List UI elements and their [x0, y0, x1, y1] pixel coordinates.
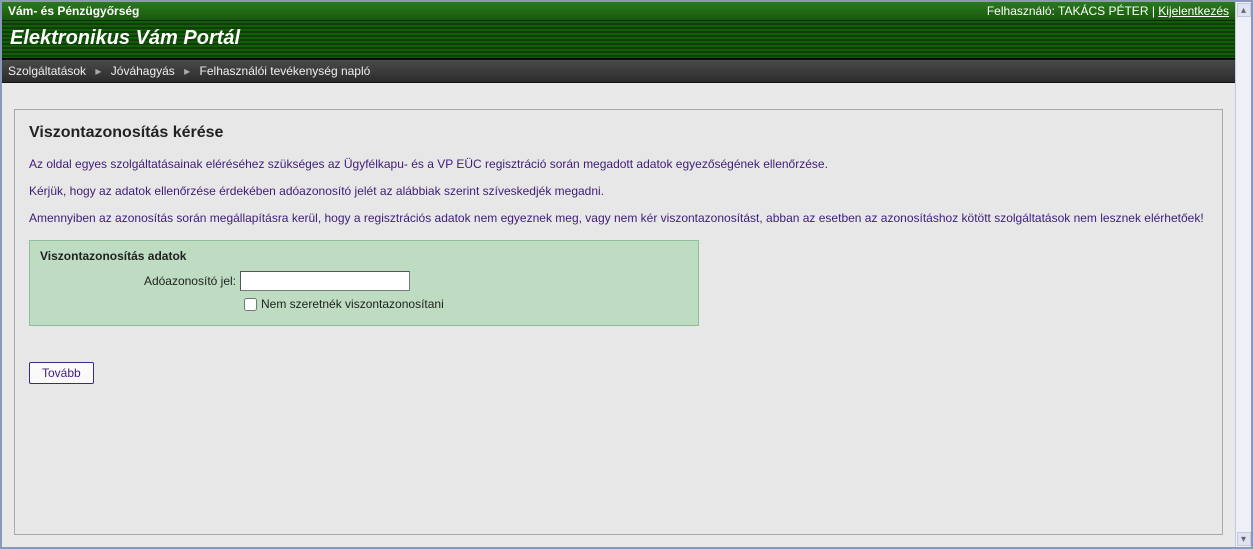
crumb-2[interactable]: Felhasználói tevékenység napló	[200, 64, 371, 78]
breadcrumb: Szolgáltatások ▸ Jóváhagyás ▸ Felhasznál…	[2, 59, 1235, 83]
intro-para-2: Kérjük, hogy az adatok ellenőrzése érdek…	[29, 183, 1208, 200]
user-name: TAKÁCS PÉTER	[1058, 4, 1148, 18]
crumb-1[interactable]: Jóváhagyás	[111, 64, 175, 78]
user-label: Felhasználó:	[987, 4, 1055, 18]
taxid-input[interactable]	[240, 271, 410, 291]
app-title: Elektronikus Vám Portál	[2, 21, 1235, 59]
topbar: Vám- és Pénzügyőrség Felhasználó: TAKÁCS…	[2, 2, 1235, 21]
intro-para-3: Amennyiben az azonosítás során megállapí…	[29, 210, 1208, 227]
logout-link[interactable]: Kijelentkezés	[1158, 4, 1229, 18]
scroll-down-icon[interactable]: ▾	[1237, 532, 1251, 546]
vertical-scrollbar[interactable]: ▴ ▾	[1235, 2, 1251, 547]
reidentify-fieldset: Viszontazonosítás adatok Adóazonosító je…	[29, 240, 699, 326]
user-block: Felhasználó: TAKÁCS PÉTER | Kijelentkezé…	[987, 4, 1229, 18]
no-reidentify-checkbox[interactable]	[244, 298, 257, 311]
page-title: Viszontazonosítás kérése	[29, 124, 1208, 142]
scroll-up-icon[interactable]: ▴	[1237, 3, 1251, 17]
intro-para-1: Az oldal egyes szolgáltatásainak elérésé…	[29, 156, 1208, 173]
content-panel: Viszontazonosítás kérése Az oldal egyes …	[14, 109, 1223, 535]
taxid-label: Adóazonosító jel:	[40, 274, 240, 288]
fieldset-legend: Viszontazonosítás adatok	[40, 249, 688, 263]
chevron-right-icon: ▸	[95, 64, 101, 78]
continue-button[interactable]: Tovább	[29, 362, 94, 384]
org-name: Vám- és Pénzügyőrség	[8, 4, 139, 18]
no-reidentify-label[interactable]: Nem szeretnék viszontazonosítani	[261, 297, 444, 311]
crumb-0[interactable]: Szolgáltatások	[8, 64, 86, 78]
chevron-right-icon: ▸	[184, 64, 190, 78]
